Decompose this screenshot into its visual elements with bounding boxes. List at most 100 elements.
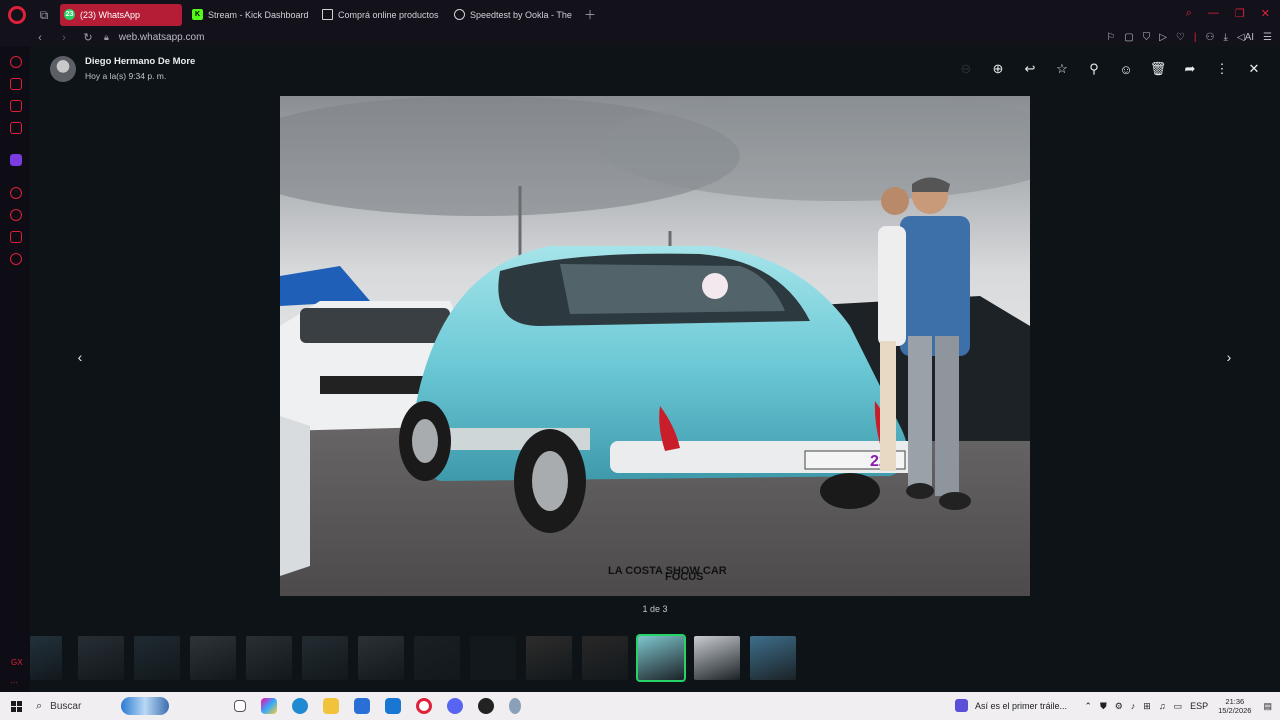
sidebar-aria-icon[interactable] bbox=[10, 56, 22, 68]
outlook-icon[interactable] bbox=[385, 698, 401, 714]
opera-gx-taskbar-icon[interactable] bbox=[416, 698, 432, 714]
sidebar-settings-icon[interactable] bbox=[10, 253, 22, 265]
minimize-icon[interactable]: — bbox=[1208, 7, 1219, 20]
media-thumbnail[interactable] bbox=[358, 636, 404, 680]
app-icon[interactable] bbox=[478, 698, 494, 714]
tab-label: Stream - Kick Dashboard bbox=[208, 9, 309, 20]
media-photo[interactable]: 22 LA COSTA SHOW CAR FOCUS bbox=[280, 96, 1030, 596]
kick-icon: K bbox=[192, 9, 203, 20]
media-thumbnail[interactable] bbox=[750, 636, 796, 680]
avatar[interactable] bbox=[50, 56, 76, 82]
media-thumbnail[interactable] bbox=[302, 636, 348, 680]
forward-icon[interactable]: ➦ bbox=[1174, 60, 1206, 78]
download-icon[interactable]: ⤓ bbox=[1223, 32, 1227, 43]
media-thumbnail[interactable] bbox=[78, 636, 124, 680]
maximize-icon[interactable]: ❐ bbox=[1235, 7, 1245, 20]
url-field[interactable]: web.whatsapp.com bbox=[119, 32, 205, 43]
thumbnail-strip bbox=[30, 634, 1280, 682]
battery-icon[interactable]: ▭ bbox=[1174, 701, 1183, 712]
sidebar-history-icon[interactable] bbox=[10, 209, 22, 221]
more-options-icon[interactable]: ⋮ bbox=[1206, 60, 1238, 78]
media-thumbnail[interactable] bbox=[582, 636, 628, 680]
file-explorer-icon[interactable] bbox=[323, 698, 339, 714]
star-icon[interactable]: ☆ bbox=[1046, 60, 1078, 78]
tray-app-icon[interactable]: ⛊ bbox=[1100, 701, 1107, 712]
new-tab-icon[interactable]: ＋ bbox=[584, 6, 596, 23]
search-tabs-icon[interactable]: ⌕ bbox=[1186, 7, 1192, 20]
tab-menu-icon[interactable]: ⧉ bbox=[34, 7, 54, 23]
system-tray: ⌃ ⛊ ⚙ ♪ ⊞ ♫ ▭ ESP 21:36 15/2/2026 ▤ bbox=[1076, 692, 1272, 720]
tab-speedtest[interactable]: Speedtest by Ookla - The bbox=[450, 4, 576, 26]
back-icon[interactable]: ‹ bbox=[34, 32, 46, 44]
forward-icon[interactable]: › bbox=[58, 32, 70, 44]
sidebar-player-icon[interactable] bbox=[10, 187, 22, 199]
sidebar-twitch-icon[interactable] bbox=[10, 154, 22, 166]
media-thumbnail[interactable] bbox=[470, 636, 516, 680]
media-thumbnail[interactable] bbox=[190, 636, 236, 680]
sidebar-more-icon[interactable]: ··· bbox=[10, 678, 18, 687]
media-thumbnail[interactable] bbox=[30, 636, 62, 680]
photo-watermark-focus: FOCUS bbox=[665, 571, 704, 583]
reload-icon[interactable]: ↻ bbox=[82, 31, 94, 44]
sender-name[interactable]: Diego Hermano De More bbox=[85, 56, 195, 67]
task-view-icon[interactable] bbox=[234, 700, 246, 712]
viewer-header: Diego Hermano De More Hoy a la(s) 9:34 p… bbox=[30, 46, 1280, 92]
shield-icon[interactable]: ⛉ bbox=[1143, 32, 1151, 43]
separator: | bbox=[1193, 32, 1197, 43]
notifications-icon[interactable]: ▤ bbox=[1263, 701, 1272, 712]
discord-icon[interactable] bbox=[447, 698, 463, 714]
edge-icon[interactable] bbox=[292, 698, 308, 714]
tab-whatsapp[interactable]: 23 (23) WhatsApp bbox=[60, 3, 182, 26]
previous-media-icon[interactable]: ‹ bbox=[71, 348, 89, 366]
pin-icon[interactable]: ⚲ bbox=[1078, 60, 1110, 78]
microphone-icon[interactable]: ♪ bbox=[1131, 701, 1136, 711]
tab-label: Speedtest by Ookla - The bbox=[470, 9, 572, 20]
tray-chevron-icon[interactable]: ⌃ bbox=[1084, 701, 1092, 712]
profile-icon[interactable]: ⚇ bbox=[1205, 32, 1214, 43]
sidebar-whatsapp-icon[interactable] bbox=[10, 122, 22, 134]
lock-icon[interactable]: 🔒︎ bbox=[104, 32, 109, 43]
media-thumbnail[interactable] bbox=[694, 636, 740, 680]
media-thumbnail[interactable] bbox=[526, 636, 572, 680]
clock-date: 15/2/2026 bbox=[1218, 706, 1252, 715]
sidebar-gx-icon[interactable]: GX bbox=[11, 658, 23, 667]
zoom-in-icon[interactable]: ⊕ bbox=[982, 60, 1014, 78]
taskbar-media-widget[interactable]: Así es el primer tráile... bbox=[955, 699, 1067, 712]
tab-kick[interactable]: K Stream - Kick Dashboard bbox=[188, 4, 312, 26]
delete-icon[interactable]: 🗑︎ bbox=[1142, 60, 1174, 78]
reply-icon[interactable]: ↩ bbox=[1014, 60, 1046, 78]
tab-compra[interactable]: Comprá online productos bbox=[318, 4, 444, 26]
tray-app-icon-2[interactable]: ⚙ bbox=[1115, 701, 1123, 712]
ai-button[interactable]: ◁AI bbox=[1237, 32, 1254, 43]
tab-label: (23) WhatsApp bbox=[80, 9, 141, 20]
media-thumbnail[interactable] bbox=[134, 636, 180, 680]
opera-logo-icon[interactable] bbox=[8, 5, 26, 24]
easy-setup-icon[interactable]: ☰ bbox=[1263, 32, 1272, 43]
media-thumbnail[interactable] bbox=[414, 636, 460, 680]
sidebar-workspace-icon[interactable] bbox=[10, 78, 22, 90]
volume-icon[interactable]: ♫ bbox=[1159, 701, 1166, 711]
sidebar-extensions-icon[interactable] bbox=[10, 231, 22, 243]
copilot-icon[interactable] bbox=[261, 698, 277, 714]
language-indicator[interactable]: ESP bbox=[1190, 701, 1208, 711]
media-title: Así es el primer tráile... bbox=[975, 700, 1068, 711]
sidebar-messenger-icon[interactable] bbox=[10, 100, 22, 112]
snapshot-icon[interactable]: ▢ bbox=[1124, 32, 1133, 43]
bookmark-page-icon[interactable]: ⚐ bbox=[1106, 32, 1115, 43]
windows-taskbar: ⌕ Buscar Así es el primer tráile... ⌃ ⛊ … bbox=[0, 692, 1280, 720]
heart-icon[interactable]: ♡ bbox=[1176, 32, 1185, 43]
clock[interactable]: 21:36 15/2/2026 bbox=[1218, 697, 1251, 715]
close-window-icon[interactable]: ✕ bbox=[1261, 7, 1270, 20]
app-icon-2[interactable] bbox=[509, 698, 521, 714]
taskbar-search[interactable]: ⌕ Buscar bbox=[36, 695, 226, 717]
next-media-icon[interactable]: › bbox=[1220, 348, 1238, 366]
play-icon[interactable]: ▷ bbox=[1159, 32, 1167, 43]
address-bar-actions: ⚐ ▢ ⛉ ▷ ♡ | ⚇ ⤓ ◁AI ☰ bbox=[1106, 29, 1272, 46]
media-thumbnail[interactable] bbox=[636, 634, 686, 682]
close-viewer-icon[interactable]: ✕ bbox=[1238, 60, 1270, 78]
media-thumbnail[interactable] bbox=[246, 636, 292, 680]
network-icon[interactable]: ⊞ bbox=[1143, 701, 1151, 712]
windows-start-icon[interactable] bbox=[11, 700, 22, 712]
store-icon[interactable] bbox=[354, 698, 370, 714]
react-emoji-icon[interactable]: ☺ bbox=[1110, 60, 1142, 78]
